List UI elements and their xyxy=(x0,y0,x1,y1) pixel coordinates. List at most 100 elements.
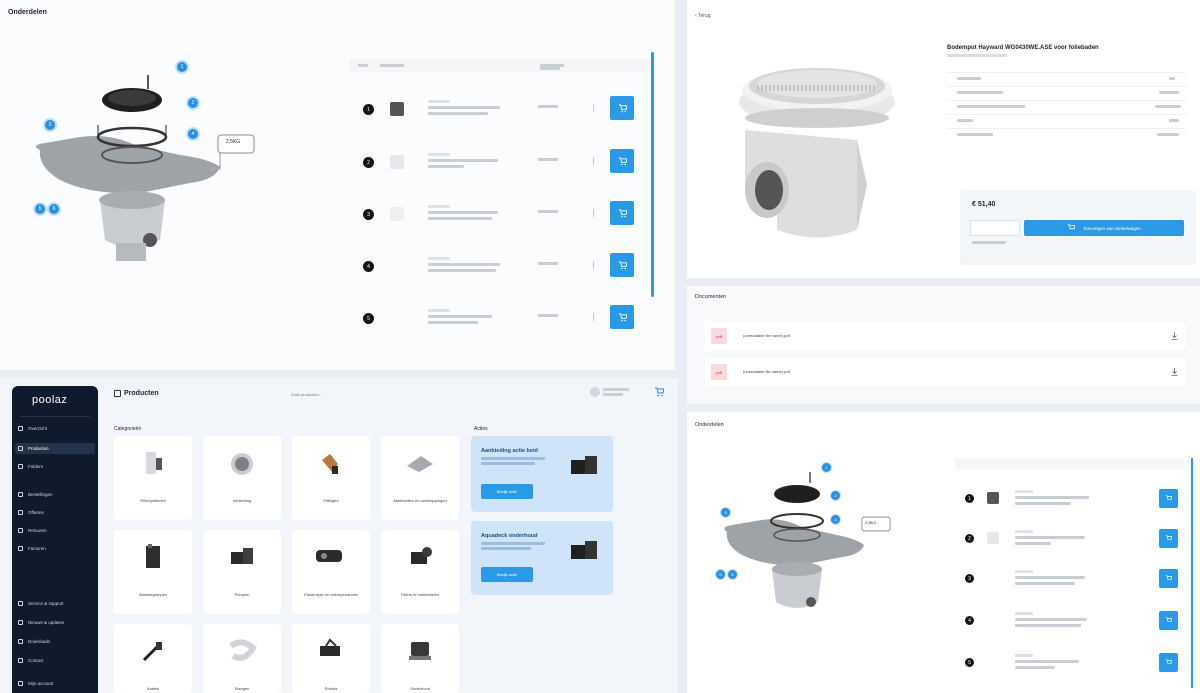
category-card[interactable]: Kabels xyxy=(114,624,192,693)
product-detail-panel: ‹ Terug Bodemput Hayward WG0430WE.ASE vo… xyxy=(687,0,1200,278)
app-logo[interactable]: poolaz xyxy=(32,394,67,406)
callout-5[interactable]: 5 xyxy=(33,202,47,216)
diagram-weight-label: 2,5KG xyxy=(226,139,241,145)
callout-2[interactable]: 2 xyxy=(830,490,841,501)
add-to-cart-label: Toevoegen aan winkelwagen xyxy=(1083,225,1141,231)
download-icon[interactable] xyxy=(1171,332,1178,340)
maintenance-icon xyxy=(409,642,431,660)
exploded-diagram xyxy=(724,472,891,608)
category-card[interactable]: Filtersystemen xyxy=(114,436,192,520)
sidebar-item-label: Service & support xyxy=(28,601,64,606)
document-name: (unreadable file name).pdf xyxy=(743,333,790,338)
callout-3[interactable]: 3 xyxy=(43,118,57,132)
sidebar-item-offertes[interactable]: Offertes xyxy=(18,510,44,515)
sidebar-item-contact[interactable]: Contact xyxy=(18,658,44,663)
category-label: Afdekzeilen en overkappingen xyxy=(393,498,447,503)
sidebar-item-service[interactable]: Service & support xyxy=(18,601,64,606)
quantity-input[interactable] xyxy=(970,220,1020,236)
category-label: Elektrolyse en chloorproductie xyxy=(304,592,358,597)
add-to-cart-button[interactable] xyxy=(610,201,634,225)
sidebar-item-producten[interactable]: Producten xyxy=(15,443,95,454)
callout-2[interactable]: 2 xyxy=(186,96,200,110)
news-icon xyxy=(18,620,23,625)
product-title: Bodemput Hayward WG0430WE.ASE voor folie… xyxy=(947,45,1099,51)
callout-6[interactable]: 6 xyxy=(47,202,61,216)
add-to-cart-button[interactable] xyxy=(610,253,634,277)
categories-title: Categorieën xyxy=(114,426,142,432)
callout-1[interactable]: 1 xyxy=(175,60,189,74)
sidebar-item-news[interactable]: Nieuws & updates xyxy=(18,620,64,625)
category-card[interactable]: Filters en toebehoren xyxy=(381,530,459,614)
category-card[interactable]: Onderhoud xyxy=(381,624,459,693)
add-to-cart-button[interactable] xyxy=(610,305,634,329)
invoice-icon xyxy=(18,546,23,551)
cart-icon xyxy=(618,260,627,269)
callout-3[interactable]: 3 xyxy=(720,507,731,518)
category-card[interactable]: Slangen xyxy=(203,624,281,693)
add-to-cart-button[interactable] xyxy=(1159,569,1178,588)
table-row: 1 xyxy=(955,484,1185,514)
category-label: Verlichting xyxy=(232,498,252,503)
callout-1[interactable]: 1 xyxy=(821,462,832,473)
promo-button[interactable]: Bekijk actie xyxy=(481,484,533,499)
add-to-cart-button[interactable] xyxy=(610,96,634,120)
heatpump-icon xyxy=(146,544,160,568)
part-thumbnail xyxy=(390,102,404,116)
sidebar-item-account[interactable]: Mijn account xyxy=(18,681,53,686)
parts-table-scrollbar[interactable] xyxy=(651,52,654,297)
back-link[interactable]: ‹ Terug xyxy=(695,13,710,19)
category-label: Filters en toebehoren xyxy=(401,592,439,597)
category-card[interactable]: Fittingen xyxy=(292,436,370,520)
category-card[interactable]: Pompen xyxy=(203,530,281,614)
cart-icon xyxy=(1165,575,1172,580)
callout-4[interactable]: 4 xyxy=(186,127,200,141)
add-to-cart-button[interactable] xyxy=(1159,489,1178,508)
promo-button[interactable]: Bekijk actie xyxy=(481,567,533,582)
filter-icon xyxy=(146,452,162,474)
search-input[interactable] xyxy=(285,387,460,402)
quote-icon xyxy=(18,510,23,515)
row-number: 1 xyxy=(363,104,374,115)
table-row: 4 xyxy=(350,249,650,283)
document-row[interactable]: pdf (unreadable file name).pdf xyxy=(705,322,1185,350)
electrolysis-icon xyxy=(316,550,342,562)
add-to-cart-button[interactable] xyxy=(1159,611,1178,630)
category-card[interactable]: Elektrolyse en chloorproductie xyxy=(292,530,370,614)
parts-title: Onderdelen xyxy=(8,9,47,16)
category-card[interactable]: Afdekzeilen en overkappingen xyxy=(381,436,459,520)
cart-header-icon[interactable] xyxy=(654,387,664,397)
part-thumbnail xyxy=(987,492,999,504)
product-image xyxy=(739,68,895,238)
documents-title: Documenten xyxy=(695,294,727,300)
callout-6[interactable]: 6 xyxy=(727,569,738,580)
account-chip[interactable] xyxy=(590,387,629,397)
add-to-cart-button[interactable] xyxy=(1159,653,1178,672)
sidebar-item-downloads[interactable]: Downloads xyxy=(18,639,50,644)
cart-icon xyxy=(618,156,627,165)
download-icon[interactable] xyxy=(1171,368,1178,376)
promo-card[interactable]: Aquadeck onderhoud Bekijk actie xyxy=(471,521,613,595)
sidebar-item-bestellingen[interactable]: Bestellingen xyxy=(18,492,53,497)
document-row[interactable]: pdf (unreadable file name).pdf xyxy=(705,358,1185,386)
category-card[interactable]: Verlichting xyxy=(203,436,281,520)
category-label: Robots xyxy=(324,686,338,691)
add-to-cart-main-button[interactable]: Toevoegen aan winkelwagen xyxy=(1024,220,1184,236)
promo-card[interactable]: Aanbieding actie beid Bekijk actie xyxy=(471,436,613,512)
category-label: Filtersystemen xyxy=(139,498,166,503)
product-price: € 51,40 xyxy=(972,201,996,208)
add-to-cart-button[interactable] xyxy=(610,149,634,173)
category-card[interactable]: Warmtepompen xyxy=(114,530,192,614)
parts-panel-bottom-right: Onderdelen 2,5KG 1 2 3 4 5 6 1 2 3 4 5 xyxy=(687,412,1200,693)
documents-panel: Documenten pdf (unreadable file name).pd… xyxy=(687,286,1200,404)
sidebar-item-label: Facturen xyxy=(28,546,46,551)
sidebar-item-retouren[interactable]: Retouren xyxy=(18,528,47,533)
callout-5[interactable]: 5 xyxy=(715,569,726,580)
category-card[interactable]: Robots xyxy=(292,624,370,693)
download-icon xyxy=(18,639,23,644)
sidebar-item-overzicht[interactable]: Overzicht xyxy=(18,426,47,431)
add-to-cart-button[interactable] xyxy=(1159,529,1178,548)
parts-table-scrollbar[interactable] xyxy=(1191,458,1193,688)
callout-4[interactable]: 4 xyxy=(830,514,841,525)
sidebar-item-facturen[interactable]: Facturen xyxy=(18,546,46,551)
sidebar-item-folders[interactable]: Folders xyxy=(18,464,43,469)
